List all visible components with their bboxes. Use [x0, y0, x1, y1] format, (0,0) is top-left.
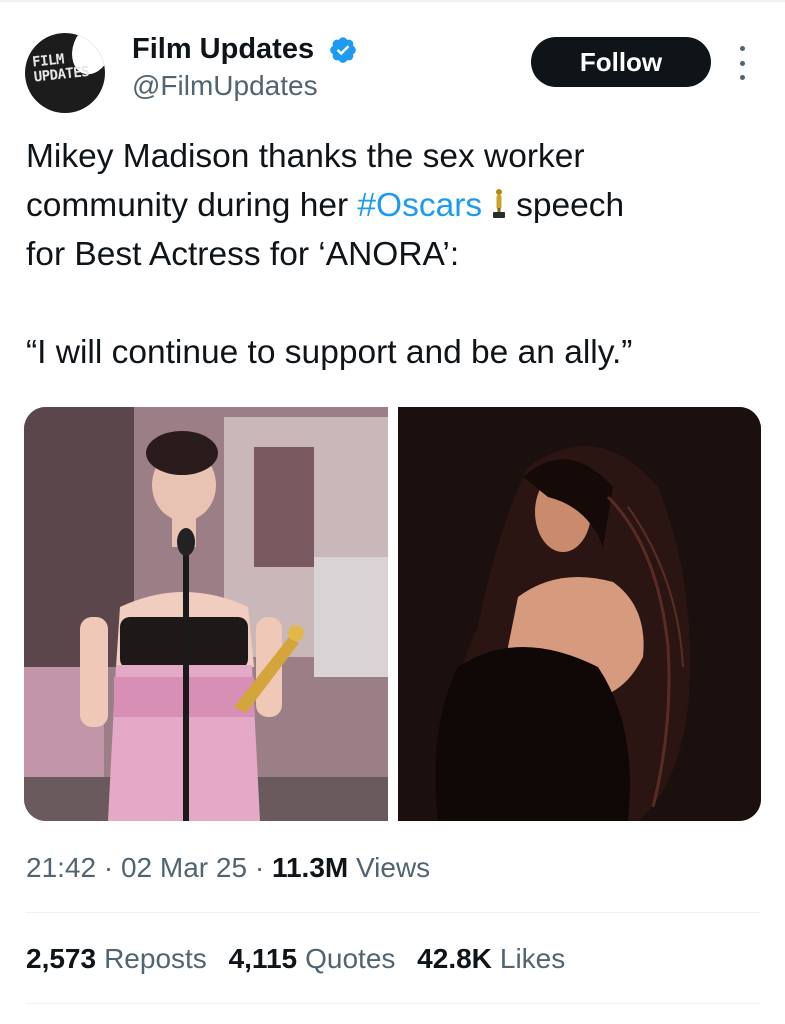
tweet-quote: “I will continue to support and be an al… [26, 334, 633, 371]
likes-stat[interactable]: 42.8K Likes [417, 943, 565, 974]
divider [26, 912, 761, 913]
photo-portrait[interactable] [398, 407, 761, 821]
quotes-stat[interactable]: 4,115 Quotes [229, 943, 396, 974]
likes-count: 42.8K [417, 943, 492, 974]
tweet-date[interactable]: 02 Mar 25 [121, 852, 247, 883]
quotes-count: 4,115 [228, 943, 298, 974]
reposts-count: 2,573 [26, 943, 97, 974]
reposts-label: Reposts [104, 943, 207, 974]
avatar-logo-text: FILM UPDATES [31, 51, 90, 86]
display-name[interactable]: Film Updates [132, 33, 314, 66]
photo-portrait-illustration [398, 407, 761, 821]
oscar-trophy-icon [493, 189, 506, 218]
divider [26, 1003, 761, 1004]
reposts-stat[interactable]: 2,573 Reposts [26, 943, 207, 974]
tweet-meta: 21:42 · 02 Mar 25 · 11.3M Views [26, 852, 430, 884]
user-handle[interactable]: @FilmUpdates [132, 70, 318, 102]
photo-oscars-speech-illustration [24, 407, 388, 821]
media-grid [24, 407, 761, 821]
tweet-line: for Best Actress for ‘ANORA’: [26, 236, 460, 273]
tweet-text-segment: community during her [26, 187, 358, 224]
tweet-text-segment: speech [516, 187, 625, 224]
top-divider [0, 0, 785, 6]
follow-button[interactable]: Follow [531, 37, 711, 87]
hashtag-oscars[interactable]: #Oscars [357, 187, 482, 224]
quotes-label: Quotes [305, 943, 396, 974]
views-count: 11.3M [271, 852, 349, 883]
meta-separator: · [103, 852, 114, 883]
tweet-text: Mikey Madison thanks the sex worker comm… [26, 132, 756, 377]
more-vertical-icon[interactable] [735, 46, 749, 80]
tweet-time[interactable]: 21:42 [26, 852, 96, 883]
tweet-line: Mikey Madison thanks the sex worker [26, 138, 585, 175]
tweet-line: community during her #Oscars speech [26, 181, 756, 230]
likes-label: Likes [499, 943, 566, 974]
avatar[interactable]: FILM UPDATES [25, 33, 105, 113]
verified-badge-icon [330, 37, 356, 63]
meta-separator: · [254, 852, 265, 883]
photo-oscars-speech[interactable] [24, 407, 388, 821]
engagement-stats: 2,573 Reposts 4,115 Quotes 42.8K Likes [26, 943, 579, 975]
views-label: Views [356, 852, 431, 883]
